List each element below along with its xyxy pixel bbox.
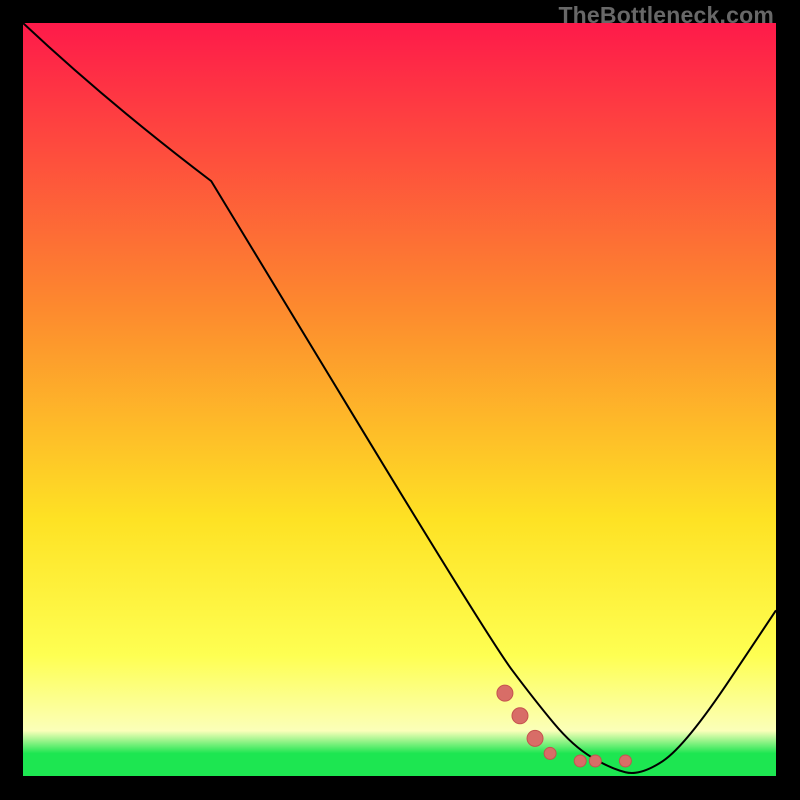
marker-dot [544, 747, 556, 759]
marker-dot [527, 730, 543, 746]
marker-dot [574, 755, 586, 767]
watermark-text: TheBottleneck.com [558, 2, 774, 29]
marker-dot [512, 708, 528, 724]
marker-dot [589, 755, 601, 767]
marker-dots [497, 685, 631, 767]
chart-svg [23, 23, 776, 776]
marker-dot [619, 755, 631, 767]
bottleneck-curve [23, 23, 776, 773]
marker-dot [497, 685, 513, 701]
